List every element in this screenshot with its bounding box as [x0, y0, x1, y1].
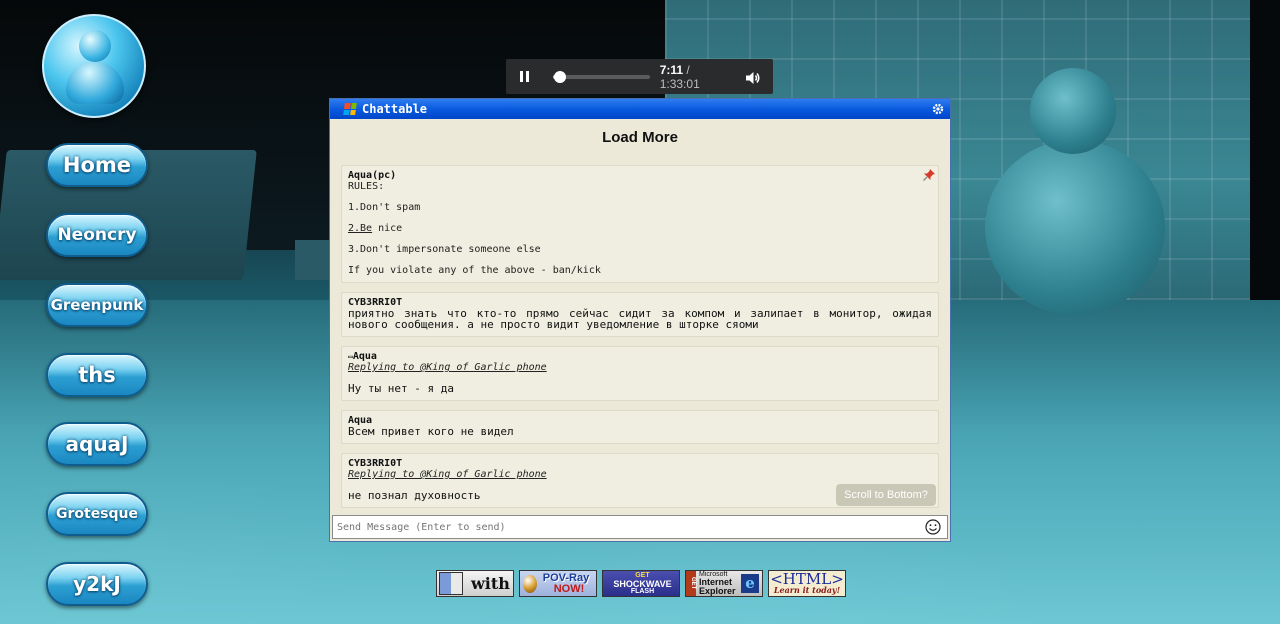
nav-greenpunk-button[interactable]: Greenpunk	[46, 283, 148, 327]
message-author: Aqua(pc)	[348, 170, 397, 181]
ie-text: Microsoft Internet Explorer	[699, 571, 736, 596]
messenger-buddy-logo-icon[interactable]	[42, 14, 146, 118]
rule-1: 1.Don't spam	[348, 202, 421, 213]
message-text: Ну ты нет - я да	[348, 382, 454, 395]
gear-icon[interactable]	[932, 103, 944, 115]
message-text: приятно знать что кто-то прямо сейчас си…	[348, 307, 932, 331]
flash-line3: FLASH	[630, 587, 655, 595]
chat-window: Chattable Load More Aqua(pc) RULES: 1.Do…	[329, 98, 951, 542]
message: CYB3RRI0T приятно знать что кто-то прямо…	[341, 292, 939, 337]
seek-bar-knob[interactable]	[554, 70, 567, 83]
message-author: ▭Aqua	[348, 351, 932, 362]
scroll-to-bottom-button[interactable]: Scroll to Bottom?	[836, 484, 936, 506]
ie-logo-icon: e	[741, 574, 759, 593]
internet-explorer-badge[interactable]: GET Microsoft Internet Explorer e	[685, 570, 763, 597]
logo-body	[66, 62, 124, 104]
povray-sphere-icon	[523, 575, 537, 593]
learn-html-badge[interactable]: <HTML> Learn it today!	[768, 570, 846, 597]
message-author: CYB3RRI0T	[348, 458, 403, 469]
povray-badge[interactable]: POV-Ray NOW!	[519, 570, 597, 597]
nav-grotesque-button[interactable]: Grotesque	[46, 492, 148, 536]
message: Aqua Всем привет кого не видел	[341, 410, 939, 444]
message-list[interactable]: Aqua(pc) RULES: 1.Don't spam 2.Be nice 3…	[341, 165, 939, 513]
flash-line2: SHOCKWAVE	[613, 578, 672, 589]
message-text: Всем привет кого не видел	[348, 425, 514, 438]
chat-title: Chattable	[362, 102, 428, 116]
emoji-smiley-icon[interactable]	[925, 519, 941, 535]
message-pinned-rules: Aqua(pc) RULES: 1.Don't spam 2.Be nice 3…	[341, 165, 939, 283]
html-line2: Learn it today!	[773, 585, 841, 595]
reply-reference-link[interactable]: Replying to @King of Garlic phone	[348, 362, 932, 373]
povray-line2: NOW!	[553, 582, 585, 595]
background-right-edge	[1250, 0, 1280, 300]
nav-home-button[interactable]: Home	[46, 143, 148, 187]
reply-reference-link[interactable]: Replying to @King of Garlic phone	[348, 469, 932, 480]
rules-text: RULES: 1.Don't spam 2.Be nice 3.Don't im…	[348, 181, 932, 276]
html-line1: <HTML>	[770, 570, 844, 588]
povray-line1: POV-Ray	[542, 571, 590, 584]
nav-ths-button[interactable]: ths	[46, 353, 148, 397]
chat-title-bar: Chattable	[330, 99, 950, 119]
ie-line3: Explorer	[699, 586, 736, 596]
message-reply: ▭Aqua Replying to @King of Garlic phone …	[341, 346, 939, 401]
mac-finder-icon	[439, 572, 463, 595]
made-with-mac-badge[interactable]: with	[436, 570, 514, 597]
message-author-name: Aqua	[352, 351, 377, 362]
seek-bar[interactable]	[552, 70, 650, 83]
rule-2-link[interactable]: 2.Be	[348, 223, 372, 234]
duration: 1:33:01	[659, 76, 700, 91]
audio-player: 7:11 / 1:33:01	[506, 59, 773, 94]
nav-neoncry-button[interactable]: Neoncry	[46, 213, 148, 257]
windows-flag-icon	[343, 103, 357, 115]
rule-2-rest: nice	[372, 223, 403, 234]
logo-head	[79, 30, 111, 62]
message-composer	[332, 515, 948, 539]
background-sphere-small	[1030, 68, 1116, 154]
pin-icon	[922, 168, 936, 182]
pause-icon[interactable]	[518, 70, 532, 84]
load-more-button[interactable]: Load More	[580, 129, 700, 146]
ie-side-label: GET	[686, 571, 696, 596]
nav-aquaj-button[interactable]: aquaJ	[46, 422, 148, 466]
background-sphere-large	[985, 140, 1165, 315]
badge-row: with POV-Ray NOW! GET SHOCKWAVE FLASH GE…	[436, 570, 846, 597]
rule-penalty: If you violate any of the above - ban/ki…	[348, 265, 601, 276]
message-input[interactable]	[337, 517, 925, 537]
shockwave-flash-badge[interactable]: GET SHOCKWAVE FLASH	[602, 570, 680, 597]
time-separator: /	[683, 62, 690, 77]
nav-y2kj-button[interactable]: y2kJ	[46, 562, 148, 606]
time-display: 7:11 / 1:33:01	[660, 63, 731, 91]
rules-heading: RULES:	[348, 181, 385, 192]
rule-3: 3.Don't impersonate someone else	[348, 244, 541, 255]
mac-badge-text: with	[471, 574, 510, 593]
current-time: 7:11	[659, 62, 684, 77]
volume-icon[interactable]	[745, 70, 761, 84]
rule-2: 2.Be nice	[348, 223, 932, 234]
